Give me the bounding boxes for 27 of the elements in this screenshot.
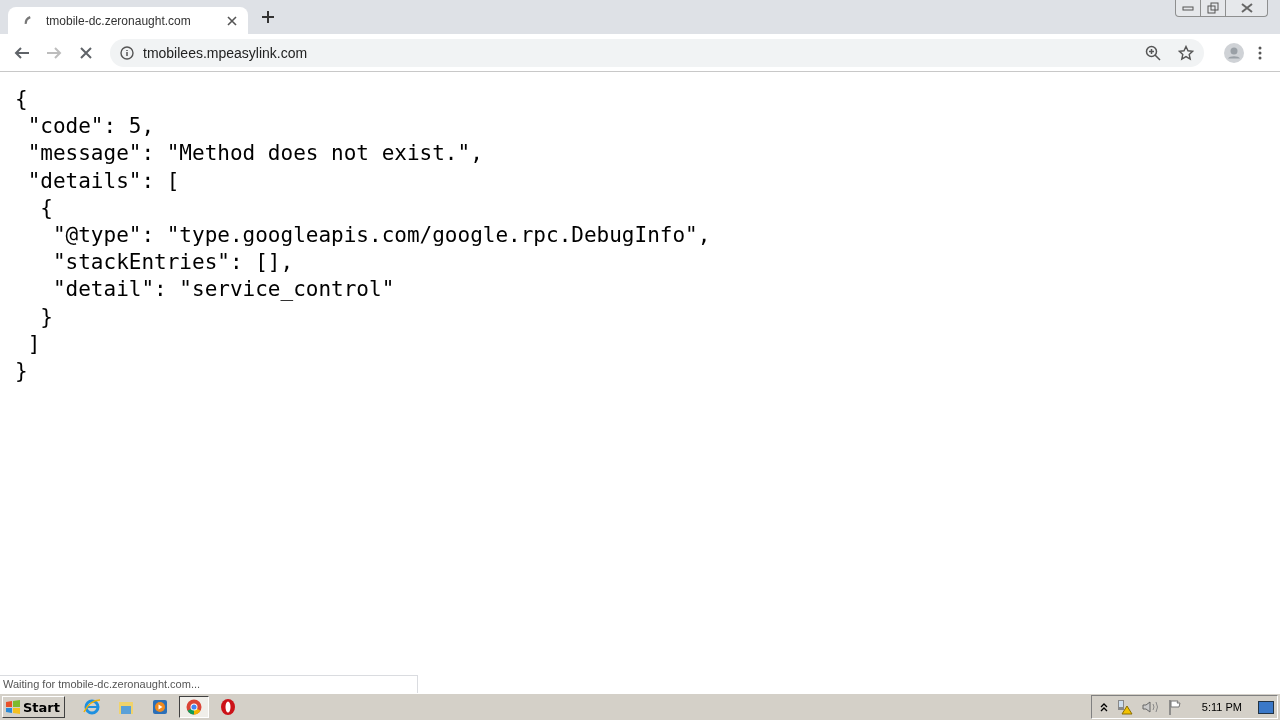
stop-icon [78, 44, 94, 61]
clock-text: 5:11 PM [1201, 701, 1242, 713]
close-icon [227, 15, 237, 26]
menu-icon[interactable] [1258, 45, 1262, 60]
volume-icon[interactable] [1141, 700, 1160, 714]
bookmark-star-icon[interactable] [1178, 44, 1194, 61]
forward-arrow-icon [46, 44, 62, 61]
start-button[interactable]: Start [2, 696, 65, 718]
address-bar[interactable]: tmobilees.mpeasylink.com [110, 38, 1204, 67]
url-text: tmobilees.mpeasylink.com [143, 44, 308, 61]
zoom-icon[interactable] [1145, 44, 1161, 61]
flag-icon[interactable] [1167, 699, 1184, 715]
close-icon [1240, 3, 1253, 13]
restore-icon [1207, 2, 1219, 14]
status-bubble: Waiting for tmobile-dc.zeronaught.com... [0, 675, 418, 693]
plus-icon [261, 10, 275, 24]
json-text: { "code": 5, "message": "Method does not exist.", "details": [ { "@type": "type.googleapis.com/google.rpc.DebugInfo", "stackEntries": [], "detail": "service_control" } ] } [15, 86, 712, 386]
minimize-icon [1182, 4, 1194, 12]
info-icon [120, 45, 134, 60]
windows-logo-icon [5, 700, 21, 714]
network-warning-icon[interactable] [1115, 699, 1134, 715]
profile-avatar-icon[interactable] [1224, 42, 1244, 63]
browser-tab[interactable]: tmobile-dc.zeronaught.com [8, 7, 248, 34]
chevron-up-icon[interactable] [1099, 702, 1108, 712]
back-arrow-icon [14, 44, 30, 61]
chrome-icon[interactable] [179, 696, 209, 718]
show-desktop-icon[interactable] [1258, 700, 1274, 714]
